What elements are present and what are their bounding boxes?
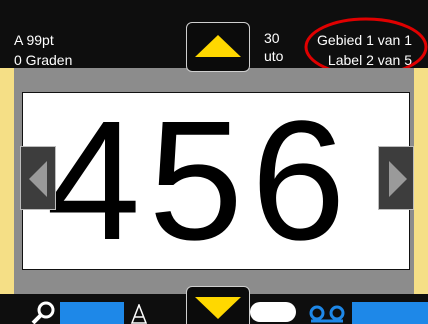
scroll-up-button[interactable] [186, 22, 250, 72]
tape-level-bar [352, 302, 428, 324]
label-text[interactable]: 456 [46, 86, 416, 276]
magnifier-icon[interactable] [30, 300, 56, 324]
label-printer-screen: A 99pt 0 Graden N 1 30 uto Gebied 1 van … [0, 0, 428, 324]
mid-status-3: 30 [264, 30, 280, 46]
tape-reel-icon[interactable] [306, 304, 350, 324]
font-size-status: A 99pt [14, 32, 54, 48]
previous-label-button[interactable] [20, 146, 56, 210]
font-outline-icon[interactable] [130, 304, 148, 324]
zoom-level-bar[interactable] [60, 302, 124, 324]
scroll-down-button[interactable] [186, 286, 250, 324]
next-label-button[interactable] [378, 146, 414, 210]
arrow-up-icon [195, 35, 241, 57]
tape-indicator [250, 302, 296, 322]
rotation-status: 0 Graden [14, 52, 73, 68]
arrow-left-icon [29, 161, 47, 197]
mid-status-4: uto [264, 48, 284, 64]
arrow-down-icon [195, 297, 241, 319]
arrow-right-icon [389, 161, 407, 197]
